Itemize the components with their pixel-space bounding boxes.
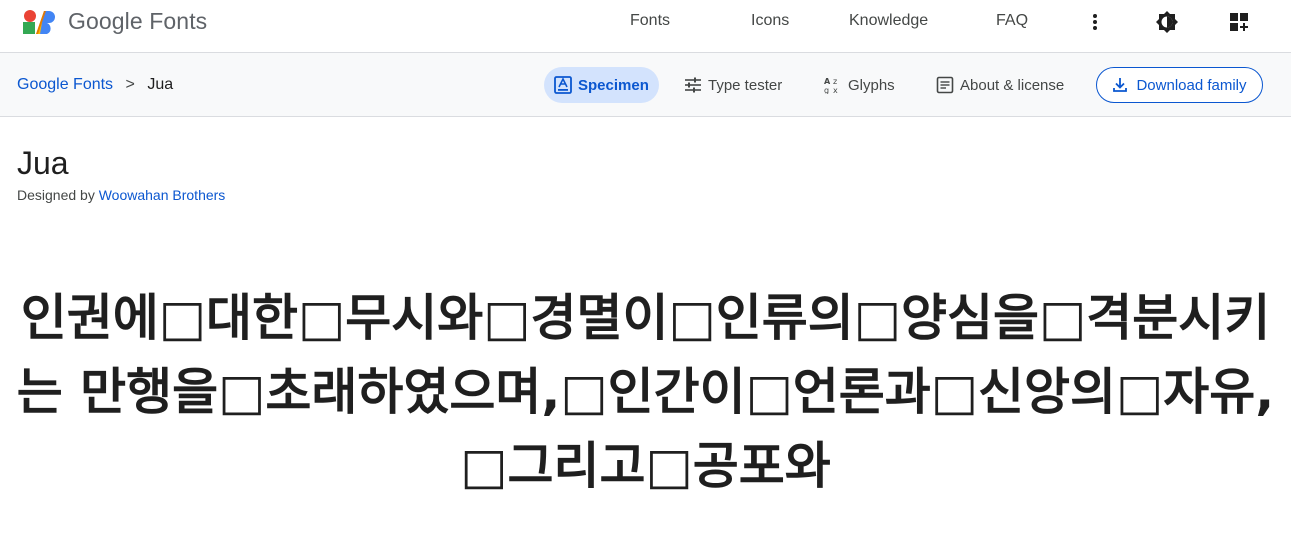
tab-glyphs-label: Glyphs [848, 76, 895, 94]
google-fonts-logo-icon[interactable] [22, 9, 56, 35]
svg-text:z: z [833, 77, 837, 86]
tune-icon [685, 77, 701, 93]
download-family-button[interactable]: Download family [1096, 67, 1263, 103]
glyphs-icon: A z g x [824, 77, 838, 94]
tab-about-license[interactable]: About & license [926, 67, 1074, 103]
brand-title[interactable]: Google Fonts [68, 8, 207, 35]
tab-glyphs[interactable]: A z g x Glyphs [814, 67, 905, 103]
nav-icons[interactable]: Icons [751, 12, 789, 30]
article-icon [936, 76, 954, 94]
tab-about-license-label: About & license [960, 76, 1065, 94]
nav-fonts[interactable]: Fonts [630, 12, 670, 30]
breadcrumb-current: Jua [147, 76, 174, 93]
breadcrumb-separator: > [125, 76, 135, 93]
svg-text:A: A [824, 77, 831, 86]
tab-specimen[interactable]: Specimen [544, 67, 659, 103]
font-sub-navigation: Google Fonts > Jua Specimen Type tester … [0, 53, 1291, 117]
specimen-preview-text[interactable]: 인권에□대한□무시와□경멸이□인류의□양심을□격분시키는 만행을□초래하였으며,… [10, 281, 1281, 503]
apps-add-icon[interactable] [1225, 8, 1253, 36]
breadcrumb: Google Fonts > Jua [17, 76, 173, 94]
more-vert-icon[interactable] [1081, 8, 1109, 36]
theme-toggle-icon[interactable] [1153, 8, 1181, 36]
specimen-icon [554, 76, 572, 94]
breadcrumb-root-link[interactable]: Google Fonts [17, 76, 113, 93]
nav-faq[interactable]: FAQ [996, 12, 1028, 30]
designed-by-label: Designed by [17, 187, 95, 203]
top-app-bar: Google Fonts Fonts Icons Knowledge FAQ [0, 0, 1291, 53]
font-name-heading: Jua [17, 145, 69, 181]
designer-line: Designed by Woowahan Brothers [17, 187, 225, 203]
tab-type-tester-label: Type tester [708, 76, 783, 94]
download-family-label: Download family [1136, 76, 1247, 94]
designer-link[interactable]: Woowahan Brothers [99, 187, 226, 203]
nav-knowledge[interactable]: Knowledge [849, 12, 928, 30]
svg-text:x: x [833, 86, 838, 94]
tab-specimen-label: Specimen [578, 76, 649, 94]
download-icon [1113, 78, 1128, 92]
svg-text:g: g [824, 86, 829, 94]
tab-type-tester[interactable]: Type tester [674, 67, 792, 103]
